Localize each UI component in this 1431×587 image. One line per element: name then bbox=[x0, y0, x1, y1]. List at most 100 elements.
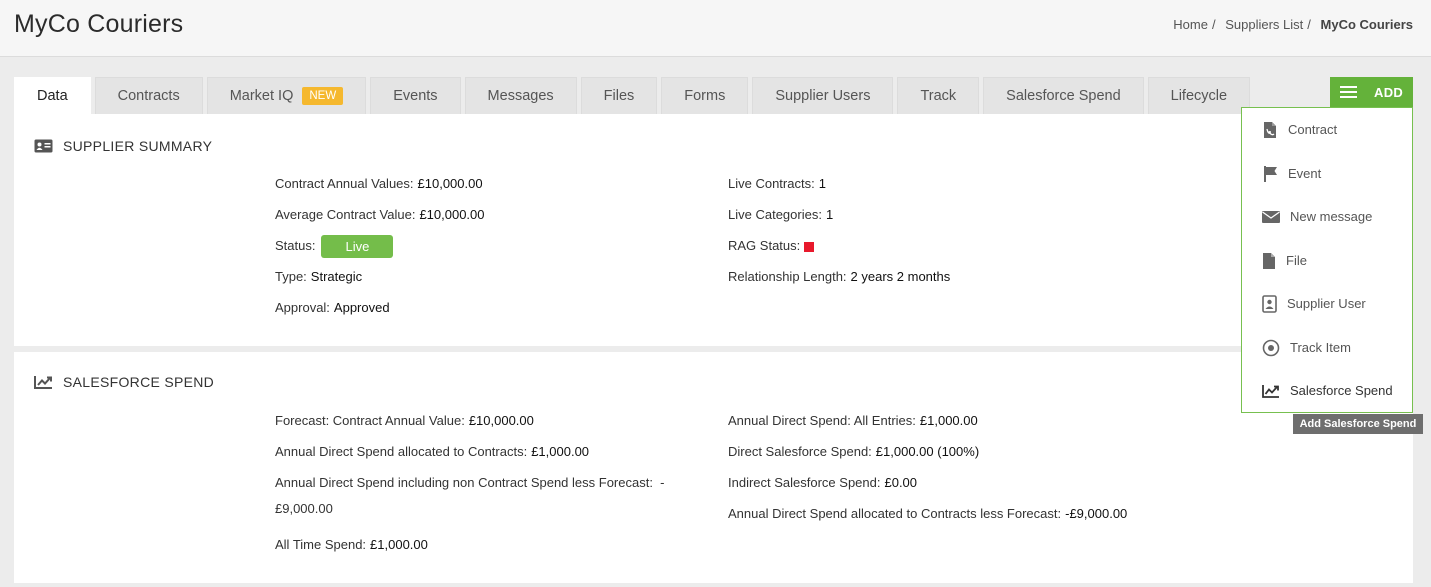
field-value: 1 bbox=[825, 207, 834, 222]
tab-messages[interactable]: Messages bbox=[464, 77, 577, 114]
tab-track[interactable]: Track bbox=[897, 77, 980, 114]
salesforce-spend-panel: SALESFORCE SPEND Forecast: Contract Annu… bbox=[14, 352, 1413, 583]
tab-bar: Data Contracts Market IQ NEW Events Messa… bbox=[14, 77, 1251, 114]
breadcrumb-separator: / bbox=[1307, 17, 1311, 32]
menu-item-label: Contract bbox=[1288, 122, 1338, 137]
menu-item-label: Salesforce Spend bbox=[1290, 383, 1393, 398]
supplier-summary-panel: SUPPLIER SUMMARY Contract Annual Values:… bbox=[14, 114, 1413, 346]
tab-forms[interactable]: Forms bbox=[661, 77, 749, 114]
all-time-spend: All Time Spend: £1,000.00 bbox=[275, 532, 428, 558]
menu-item-label: File bbox=[1286, 253, 1307, 268]
chart-line-icon bbox=[34, 376, 52, 389]
tab-label: Salesforce Spend bbox=[1006, 88, 1121, 104]
status-field: Status: Live bbox=[275, 233, 394, 259]
status-badge: Live bbox=[321, 235, 394, 259]
hamburger-icon bbox=[1340, 86, 1357, 98]
field-label: Approval: bbox=[275, 300, 330, 315]
supplier-summary-heading: SUPPLIER SUMMARY bbox=[34, 138, 212, 154]
field-value: £10,000.00 bbox=[468, 413, 534, 428]
forecast-contract-annual-value: Forecast: Contract Annual Value: £10,000.… bbox=[275, 408, 534, 434]
tab-label: Market IQ bbox=[229, 88, 294, 104]
average-contract-value: Average Contract Value: £10,000.00 bbox=[275, 202, 485, 228]
non-contract-spend-line1: Annual Direct Spend including non Contra… bbox=[275, 475, 665, 490]
breadcrumb-separator: / bbox=[1211, 17, 1216, 32]
breadcrumb-home[interactable]: Home bbox=[1173, 17, 1208, 32]
field-label: Type: bbox=[275, 269, 307, 284]
tooltip: Add Salesforce Spend bbox=[1293, 414, 1423, 434]
tab-supplier-users[interactable]: Supplier Users bbox=[752, 77, 894, 114]
field-value: 2 years 2 months bbox=[850, 269, 951, 284]
indirect-salesforce-spend: Indirect Salesforce Spend: £0.00 bbox=[728, 470, 917, 496]
relationship-length: Relationship Length: 2 years 2 months bbox=[728, 264, 950, 290]
annual-direct-spend-allocated: Annual Direct Spend allocated to Contrac… bbox=[275, 439, 589, 465]
field-label: Annual Direct Spend allocated to Contrac… bbox=[728, 506, 1062, 521]
menu-item-label: New message bbox=[1290, 209, 1373, 224]
tab-data[interactable]: Data bbox=[14, 77, 91, 114]
target-icon bbox=[1262, 339, 1280, 356]
field-label: Live Categories: bbox=[728, 207, 822, 222]
breadcrumb: Home / Suppliers List / MyCo Couriers bbox=[1173, 17, 1413, 32]
type-field: Type: Strategic bbox=[275, 264, 362, 290]
live-contracts: Live Contracts: 1 bbox=[728, 171, 826, 197]
tab-lifecycle[interactable]: Lifecycle bbox=[1147, 77, 1251, 114]
tab-label: Contracts bbox=[117, 88, 180, 104]
tab-contracts[interactable]: Contracts bbox=[94, 77, 203, 114]
file-icon bbox=[1263, 252, 1275, 269]
field-value: £0.00 bbox=[884, 475, 918, 490]
field-value: 1 bbox=[818, 176, 826, 191]
breadcrumb-suppliers-list[interactable]: Suppliers List bbox=[1225, 17, 1303, 32]
live-categories: Live Categories: 1 bbox=[728, 202, 833, 228]
field-label: RAG Status: bbox=[728, 238, 801, 253]
tab-label: Data bbox=[37, 88, 68, 104]
add-dropdown-menu: Contract Event New message File Supplier… bbox=[1241, 107, 1413, 413]
menu-item-salesforce-spend[interactable]: Salesforce Spend bbox=[1242, 369, 1412, 412]
field-value: Approved bbox=[333, 300, 390, 315]
add-button[interactable]: ADD bbox=[1330, 77, 1413, 107]
field-value: £1,000.00 (100%) bbox=[875, 444, 980, 459]
tab-label: Forms bbox=[684, 88, 726, 104]
id-card-icon bbox=[34, 139, 53, 153]
allocated-less-forecast: Annual Direct Spend allocated to Contrac… bbox=[728, 501, 1127, 527]
tab-files[interactable]: Files bbox=[580, 77, 658, 114]
menu-item-label: Track Item bbox=[1290, 340, 1351, 355]
section-title: SUPPLIER SUMMARY bbox=[63, 138, 213, 154]
direct-salesforce-spend: Direct Salesforce Spend: £1,000.00 (100%) bbox=[728, 439, 979, 465]
salesforce-spend-heading: SALESFORCE SPEND bbox=[34, 374, 214, 390]
new-badge: NEW bbox=[302, 87, 344, 105]
chart-line-icon bbox=[1262, 384, 1279, 398]
field-value: £1,000.00 bbox=[919, 413, 978, 428]
menu-item-track-item[interactable]: Track Item bbox=[1242, 326, 1412, 369]
menu-item-new-message[interactable]: New message bbox=[1242, 195, 1412, 238]
field-value: £1,000.00 bbox=[370, 537, 428, 552]
add-button-label: ADD bbox=[1374, 84, 1404, 100]
menu-item-file[interactable]: File bbox=[1242, 239, 1412, 282]
field-label: Live Contracts: bbox=[728, 176, 815, 191]
tab-label: Lifecycle bbox=[1170, 88, 1228, 104]
field-value: £1,000.00 bbox=[531, 444, 590, 459]
field-value: -£9,000.00 bbox=[1065, 506, 1128, 521]
menu-item-event[interactable]: Event bbox=[1242, 152, 1412, 195]
contract-icon bbox=[1264, 121, 1276, 138]
annual-direct-spend-all-entries: Annual Direct Spend: All Entries: £1,000.… bbox=[728, 408, 978, 434]
field-label: Forecast: Contract Annual Value: bbox=[275, 413, 465, 428]
tab-salesforce-spend[interactable]: Salesforce Spend bbox=[983, 77, 1144, 114]
non-contract-spend-line2: £9,000.00 bbox=[275, 501, 333, 516]
rag-indicator bbox=[804, 241, 815, 252]
tab-label: Supplier Users bbox=[775, 88, 871, 104]
menu-item-label: Supplier User bbox=[1287, 296, 1366, 311]
tab-market-iq[interactable]: Market IQ NEW bbox=[206, 77, 367, 114]
user-card-icon bbox=[1262, 294, 1277, 313]
field-label: Status: bbox=[275, 238, 316, 253]
page-title: MyCo Couriers bbox=[14, 10, 184, 38]
tab-events[interactable]: Events bbox=[370, 77, 461, 114]
tab-label: Files bbox=[603, 88, 635, 104]
field-value: £10,000.00 bbox=[419, 207, 485, 222]
field-value: £10,000.00 bbox=[417, 176, 483, 191]
contract-annual-values: Contract Annual Values: £10,000.00 bbox=[275, 171, 483, 197]
field-label: Direct Salesforce Spend: bbox=[728, 444, 872, 459]
menu-item-contract[interactable]: Contract bbox=[1242, 108, 1412, 151]
field-label: Average Contract Value: bbox=[275, 207, 416, 222]
approval-field: Approval: Approved bbox=[275, 295, 390, 321]
menu-item-supplier-user[interactable]: Supplier User bbox=[1242, 282, 1412, 325]
tab-label: Track bbox=[920, 88, 957, 104]
